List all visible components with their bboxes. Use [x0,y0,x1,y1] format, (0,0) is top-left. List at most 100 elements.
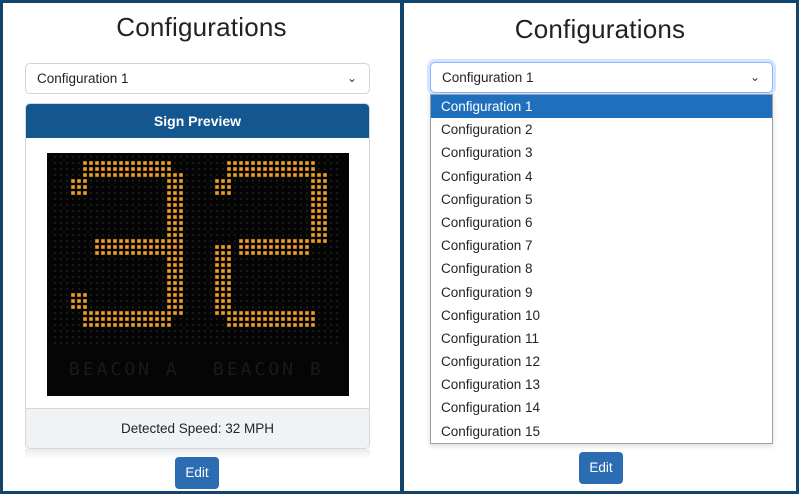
led-dot-off [221,215,225,219]
dropdown-option[interactable]: Configuration 14 [431,396,772,419]
edit-button[interactable]: Edit [579,452,623,484]
led-dot-on [119,239,123,243]
led-dot-on [311,185,315,189]
edit-button[interactable]: Edit [175,457,219,489]
led-dot-off [323,335,327,339]
led-dot-off [323,245,327,249]
led-dot-off [185,311,189,315]
led-dot-off [245,281,249,285]
led-dot-on [317,221,321,225]
led-dot-off [239,155,243,159]
led-dot-on [149,251,153,255]
dropdown-option[interactable]: Configuration 2 [431,118,772,141]
led-dot-off [251,281,255,285]
dropdown-option[interactable]: Configuration 6 [431,211,772,234]
led-dot-on [317,239,321,243]
configuration-select[interactable]: Configuration 1 ⌄ [25,63,370,94]
led-dot-on [149,245,153,249]
dropdown-option[interactable]: Configuration 12 [431,350,772,373]
led-dot-on [167,233,171,237]
led-dot-off [53,281,57,285]
led-dot-off [95,215,99,219]
dropdown-option[interactable]: Configuration 8 [431,257,772,280]
led-dot-off [335,233,339,237]
led-dot-off [101,233,105,237]
led-dot-on [311,215,315,219]
dropdown-option[interactable]: Configuration 7 [431,234,772,257]
led-dot-on [119,311,123,315]
led-dot-on [269,173,273,177]
led-dot-off [89,245,93,249]
led-dot-off [83,281,87,285]
led-dot-off [215,221,219,225]
led-dot-off [305,209,309,213]
led-dot-off [89,185,93,189]
led-dot-off [185,161,189,165]
led-dot-off [329,311,333,315]
led-dot-off [323,155,327,159]
led-dot-off [197,323,201,327]
led-dot-off [83,155,87,159]
dropdown-option[interactable]: Configuration 3 [431,141,772,164]
led-dot-off [311,263,315,267]
led-dot-on [173,287,177,291]
led-dot-off [257,155,261,159]
dropdown-option[interactable]: Configuration 9 [431,281,772,304]
led-dot-off [305,203,309,207]
led-dot-off [335,155,339,159]
led-dot-off [287,233,291,237]
led-dot-off [269,179,273,183]
led-dot-on [251,161,255,165]
dropdown-option[interactable]: Configuration 11 [431,327,772,350]
led-dot-off [107,233,111,237]
led-dot-off [149,269,153,273]
led-dot-off [65,317,69,321]
led-dot-on [251,245,255,249]
led-dot-on [119,317,123,321]
led-dot-off [107,263,111,267]
led-dot-off [257,329,261,333]
led-dot-off [65,173,69,177]
led-dot-off [77,215,81,219]
led-dot-off [203,269,207,273]
led-dot-on [173,227,177,231]
led-dot-off [215,317,219,321]
led-dot-off [239,233,243,237]
dropdown-option[interactable]: Configuration 13 [431,373,772,396]
led-dot-off [275,197,279,201]
led-dot-off [131,305,135,309]
led-dot-off [53,197,57,201]
led-dot-off [179,167,183,171]
dropdown-option[interactable]: Configuration 15 [431,420,772,443]
led-dot-off [287,281,291,285]
led-dot-on [215,299,219,303]
configuration-select[interactable]: Configuration 1 ⌄ [430,62,773,93]
led-dot-off [59,173,63,177]
led-dot-on [311,197,315,201]
dropdown-option[interactable]: Configuration 1 [431,95,772,119]
dropdown-option[interactable]: Configuration 5 [431,188,772,211]
led-dot-on [101,167,105,171]
led-dot-on [107,239,111,243]
led-dot-on [221,293,225,297]
led-dot-off [251,233,255,237]
led-dot-on [77,191,81,195]
led-dot-off [185,179,189,183]
led-dot-on [155,245,159,249]
led-dot-off [107,269,111,273]
led-dot-off [149,191,153,195]
sign-preview-card: Sign Preview 32 BEACON A BEACON B Detect… [25,103,370,449]
led-dot-on [131,251,135,255]
dropdown-option[interactable]: Configuration 4 [431,165,772,188]
led-dot-off [143,185,147,189]
led-dot-off [53,293,57,297]
led-dot-off [335,263,339,267]
led-dot-off [113,299,117,303]
led-dot-off [65,179,69,183]
led-dot-on [305,317,309,321]
dropdown-option[interactable]: Configuration 10 [431,304,772,327]
led-dot-off [155,299,159,303]
led-dot-on [215,311,219,315]
led-dot-off [185,245,189,249]
led-dot-off [215,155,219,159]
